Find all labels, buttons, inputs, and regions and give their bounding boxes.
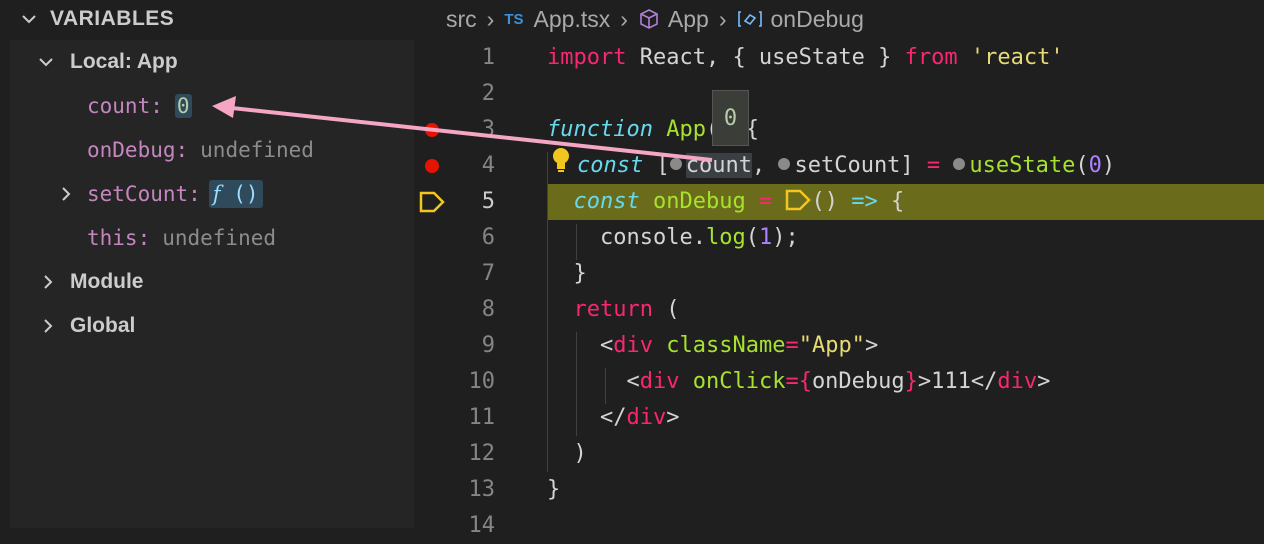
line-number: 9 [481, 333, 495, 358]
chevron-right-icon [62, 187, 71, 201]
inline-value-dot [953, 158, 966, 170]
symbol-method-icon [737, 11, 762, 27]
line-number: 11 [468, 405, 496, 430]
function-symbol: f [212, 182, 221, 206]
breadcrumb-file[interactable]: App.tsx [534, 6, 611, 33]
debug-pause-arrow-icon [786, 189, 812, 211]
line-number: 10 [468, 369, 496, 394]
breadcrumb-component[interactable]: App [668, 6, 709, 33]
variable-this[interactable]: this: undefined [87, 218, 276, 258]
chevron-right-icon: › [718, 5, 727, 32]
chevron-down-icon [22, 15, 36, 24]
variable-value: undefined [162, 226, 277, 250]
scope-local[interactable]: Local: App [36, 42, 178, 82]
line-number: 7 [481, 261, 495, 286]
code-line-7[interactable]: } [547, 256, 586, 292]
variable-name: setCount: [87, 182, 201, 206]
code-line-5[interactable]: const onDebug = () => { [547, 184, 905, 220]
variable-value: undefined [200, 138, 314, 162]
variable-setcount[interactable]: setCount: f () [58, 174, 263, 214]
variable-name: this: [87, 226, 151, 250]
hover-value-tooltip: 0 [712, 90, 749, 146]
line-number: 1 [481, 45, 495, 70]
code-line-12[interactable]: ) [547, 436, 586, 472]
line-number: 5 [481, 189, 495, 214]
chevron-right-icon [44, 319, 53, 333]
breadcrumb-symbol[interactable]: onDebug [771, 6, 864, 33]
line-number: 8 [481, 297, 495, 322]
function-parens: () [233, 182, 259, 206]
variable-ondebug[interactable]: onDebug: undefined [87, 130, 314, 170]
scope-global-label: Global [70, 314, 136, 337]
code-line-8[interactable]: return ( [547, 292, 680, 328]
inline-value-dot [778, 158, 791, 170]
chevron-right-icon: › [486, 5, 495, 32]
code-line-9[interactable]: <div className="App"> [547, 328, 878, 364]
chevron-right-icon [44, 275, 53, 289]
variable-count[interactable]: count: 0 [87, 86, 192, 126]
line-number: 2 [481, 81, 495, 106]
code-line-10[interactable]: <div onClick={onDebug}>111</div> [547, 364, 1050, 400]
code-line-13[interactable]: } [547, 472, 560, 508]
code-line-11[interactable]: </div> [547, 400, 680, 436]
variable-value: 0 [174, 94, 192, 118]
line-number: 14 [468, 513, 496, 538]
variables-title: VARIABLES [50, 7, 175, 30]
function-value: f () [208, 180, 263, 208]
breadcrumb: src › TS App.tsx › App › onDebug [446, 0, 864, 38]
line-number: 4 [481, 153, 495, 178]
scope-global[interactable]: Global [36, 306, 135, 346]
code-line-6[interactable]: console.log(1); [547, 220, 799, 256]
scope-module-label: Module [70, 270, 144, 293]
variables-panel: VARIABLES Local: App count: 0 onDebug: u… [0, 0, 415, 536]
variables-header[interactable]: VARIABLES [0, 0, 415, 38]
code-editor[interactable] [415, 0, 1264, 536]
breadcrumb-folder[interactable]: src [446, 6, 477, 33]
code-line-1[interactable]: import React, { useState } from 'react' [547, 40, 1064, 76]
line-number: 13 [468, 477, 496, 502]
typescript-icon: TS [504, 10, 524, 28]
line-number: 6 [481, 225, 495, 250]
scope-module[interactable]: Module [36, 262, 144, 302]
line-number: 3 [481, 117, 495, 142]
scope-local-label: Local: App [70, 50, 178, 73]
variable-name: count: [87, 94, 163, 118]
inline-value-dot [669, 158, 682, 170]
chevron-right-icon: › [620, 5, 628, 32]
chevron-down-icon [39, 58, 53, 67]
cube-icon [640, 9, 658, 29]
code-line-4[interactable]: const [count, setCount] = useState(0) [547, 148, 1115, 184]
variable-name: onDebug: [87, 138, 189, 162]
line-number: 12 [468, 441, 496, 466]
